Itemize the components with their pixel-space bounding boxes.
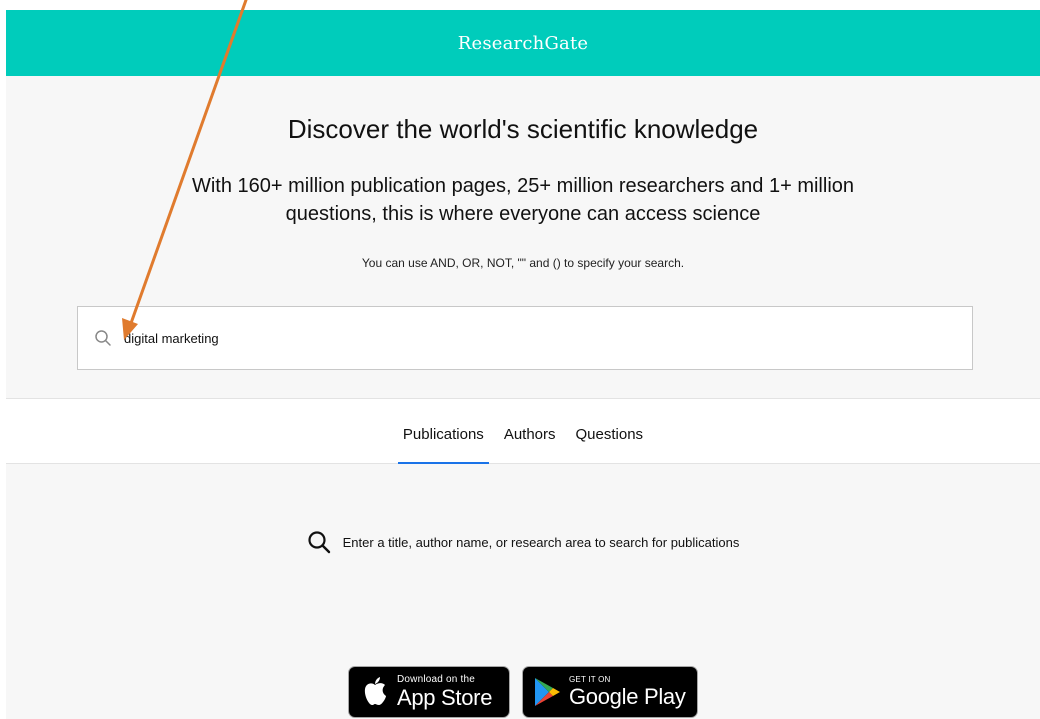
search-tabs: Publications Authors Questions [6, 399, 1040, 464]
google-play-icon [533, 677, 561, 707]
app-store-big-label: App Store [397, 685, 493, 710]
google-play-button[interactable]: GET IT ON Google Play [522, 666, 698, 718]
app-store-small-label: Download on the [397, 674, 476, 685]
tab-label: Questions [575, 425, 644, 443]
google-play-small-label: GET IT ON [569, 675, 611, 684]
empty-state-text: Enter a title, author name, or research … [342, 534, 740, 550]
results-area: Enter a title, author name, or research … [6, 464, 1040, 719]
search-icon [307, 530, 331, 554]
page: ResearchGate Discover the world's scient… [0, 0, 1040, 719]
hero-section: Discover the world's scientific knowledg… [6, 76, 1040, 399]
store-badges: Download on the App Store GET IT ON Goog… [6, 666, 1040, 718]
tab-publications[interactable]: Publications [397, 399, 489, 464]
search-syntax-hint: You can use AND, OR, NOT, "" and () to s… [361, 256, 685, 270]
tab-label: Authors [503, 425, 556, 443]
hero-headline: Discover the world's scientific knowledg… [287, 114, 759, 144]
search-box[interactable] [77, 306, 973, 370]
tab-questions[interactable]: Questions [571, 399, 649, 463]
google-play-big-label: Google Play [569, 684, 686, 709]
tab-authors[interactable]: Authors [499, 399, 561, 463]
hero-subhead: With 160+ million publication pages, 25+… [191, 175, 855, 225]
app-store-button[interactable]: Download on the App Store [348, 666, 510, 718]
apple-icon [361, 676, 389, 708]
top-header: ResearchGate [6, 10, 1040, 76]
search-input[interactable] [124, 323, 944, 353]
search-icon [94, 329, 112, 347]
brand-logo-text[interactable]: ResearchGate [458, 33, 589, 54]
empty-state: Enter a title, author name, or research … [6, 530, 1040, 554]
tab-label: Publications [402, 425, 484, 443]
